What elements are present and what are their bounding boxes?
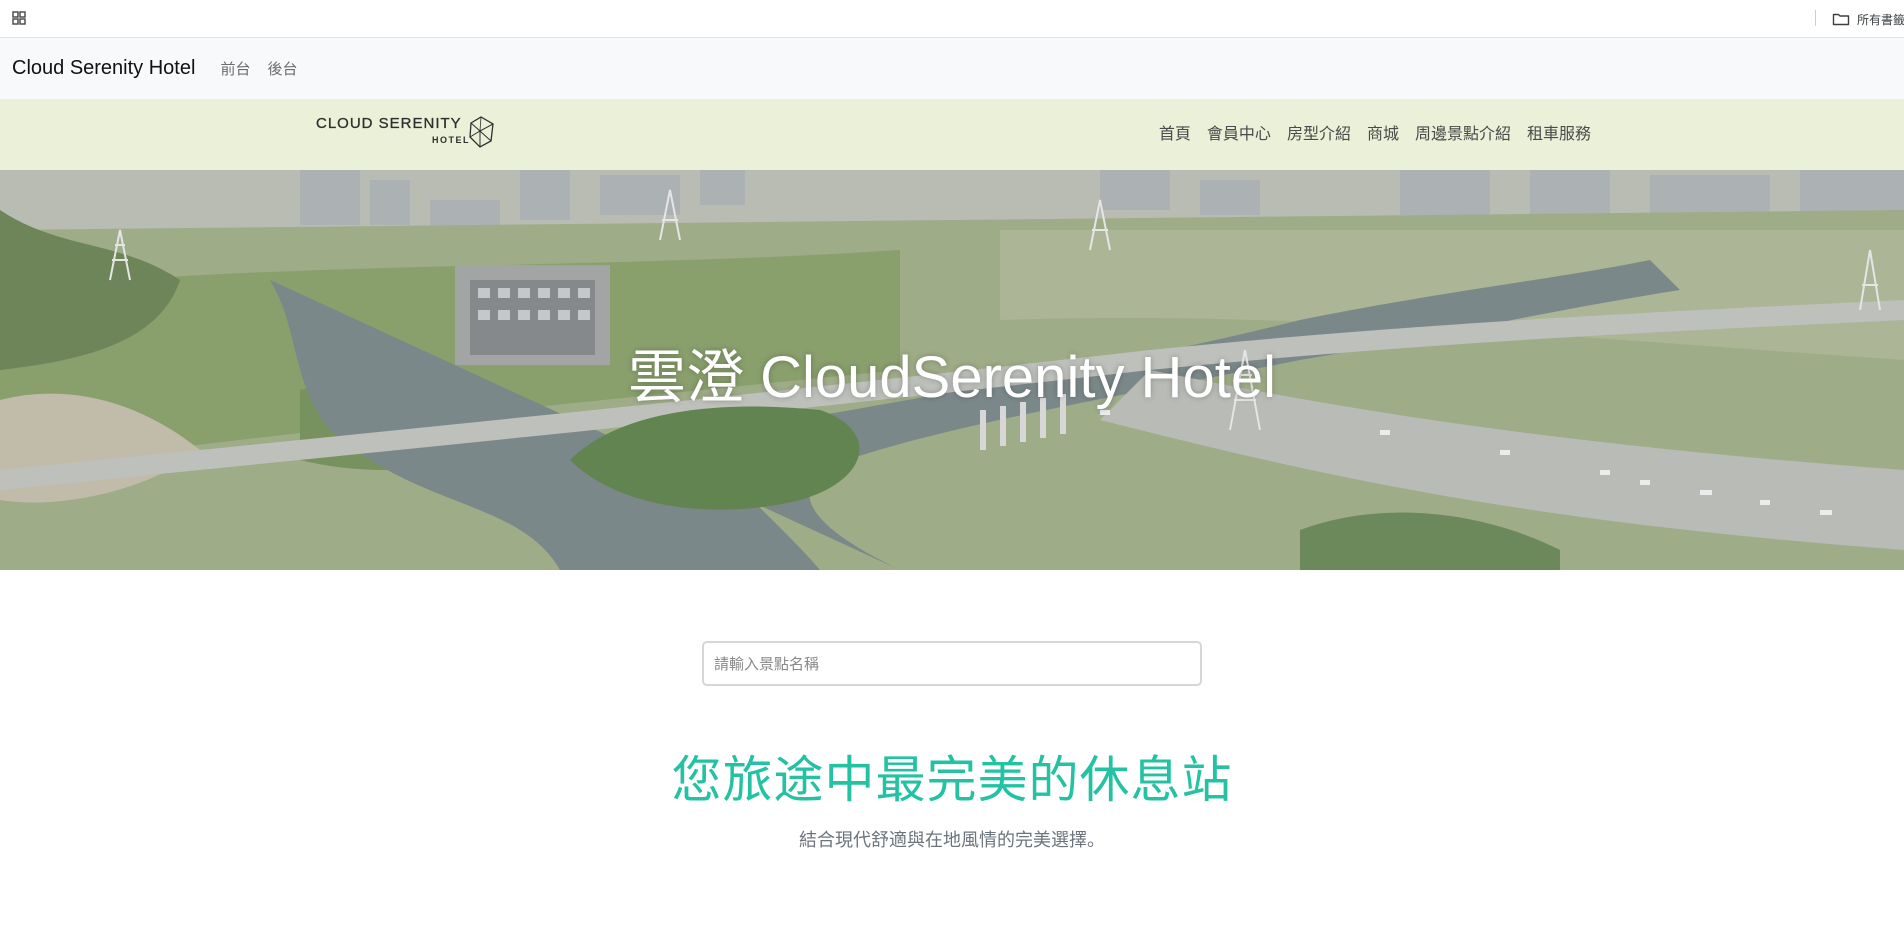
bookmarks-divider: [1815, 10, 1816, 26]
top-navbar: Cloud Serenity Hotel 前台 後台: [0, 38, 1904, 99]
all-bookmarks-label: 所有書籤: [1857, 12, 1904, 27]
logo-text: CLOUD SERENITY: [316, 115, 462, 132]
all-bookmarks-button[interactable]: 所有書籤: [1832, 9, 1904, 29]
hero-banner: 雲澄 CloudSerenity Hotel: [0, 170, 1904, 570]
logo-mark-icon: [469, 116, 494, 148]
apps-grid-icon[interactable]: [11, 10, 27, 26]
attraction-search-input[interactable]: [702, 641, 1202, 686]
nav-link-backend[interactable]: 後台: [267, 58, 297, 79]
nav-item-room-types[interactable]: 房型介紹: [1287, 120, 1351, 144]
nav-item-attractions[interactable]: 周邊景點介紹: [1415, 120, 1511, 144]
hotel-logo[interactable]: CLOUD SERENITY HOTEL: [316, 115, 496, 151]
tagline: 您旅途中最完美的休息站: [671, 751, 1233, 809]
nav-item-shop[interactable]: 商城: [1367, 120, 1399, 144]
nav-item-member-center[interactable]: 會員中心: [1207, 120, 1271, 144]
site-header: CLOUD SERENITY HOTEL 首頁 會員中心 房型介紹 商城 周邊景…: [0, 99, 1904, 170]
subtagline: 結合現代舒適與在地風情的完美選擇。: [799, 830, 1105, 851]
folder-icon: [1832, 13, 1850, 26]
main-nav: 首頁 會員中心 房型介紹 商城 周邊景點介紹 租車服務: [1159, 120, 1591, 144]
navbar-brand[interactable]: Cloud Serenity Hotel: [12, 57, 195, 80]
bookmarks-bar: 所有書籤: [0, 0, 1904, 38]
hero-title: 雲澄 CloudSerenity Hotel: [628, 345, 1276, 410]
nav-item-car-rental[interactable]: 租車服務: [1527, 120, 1591, 144]
nav-item-home[interactable]: 首頁: [1159, 120, 1191, 144]
logo-subtext: HOTEL: [432, 135, 470, 145]
nav-link-frontend[interactable]: 前台: [220, 58, 250, 79]
